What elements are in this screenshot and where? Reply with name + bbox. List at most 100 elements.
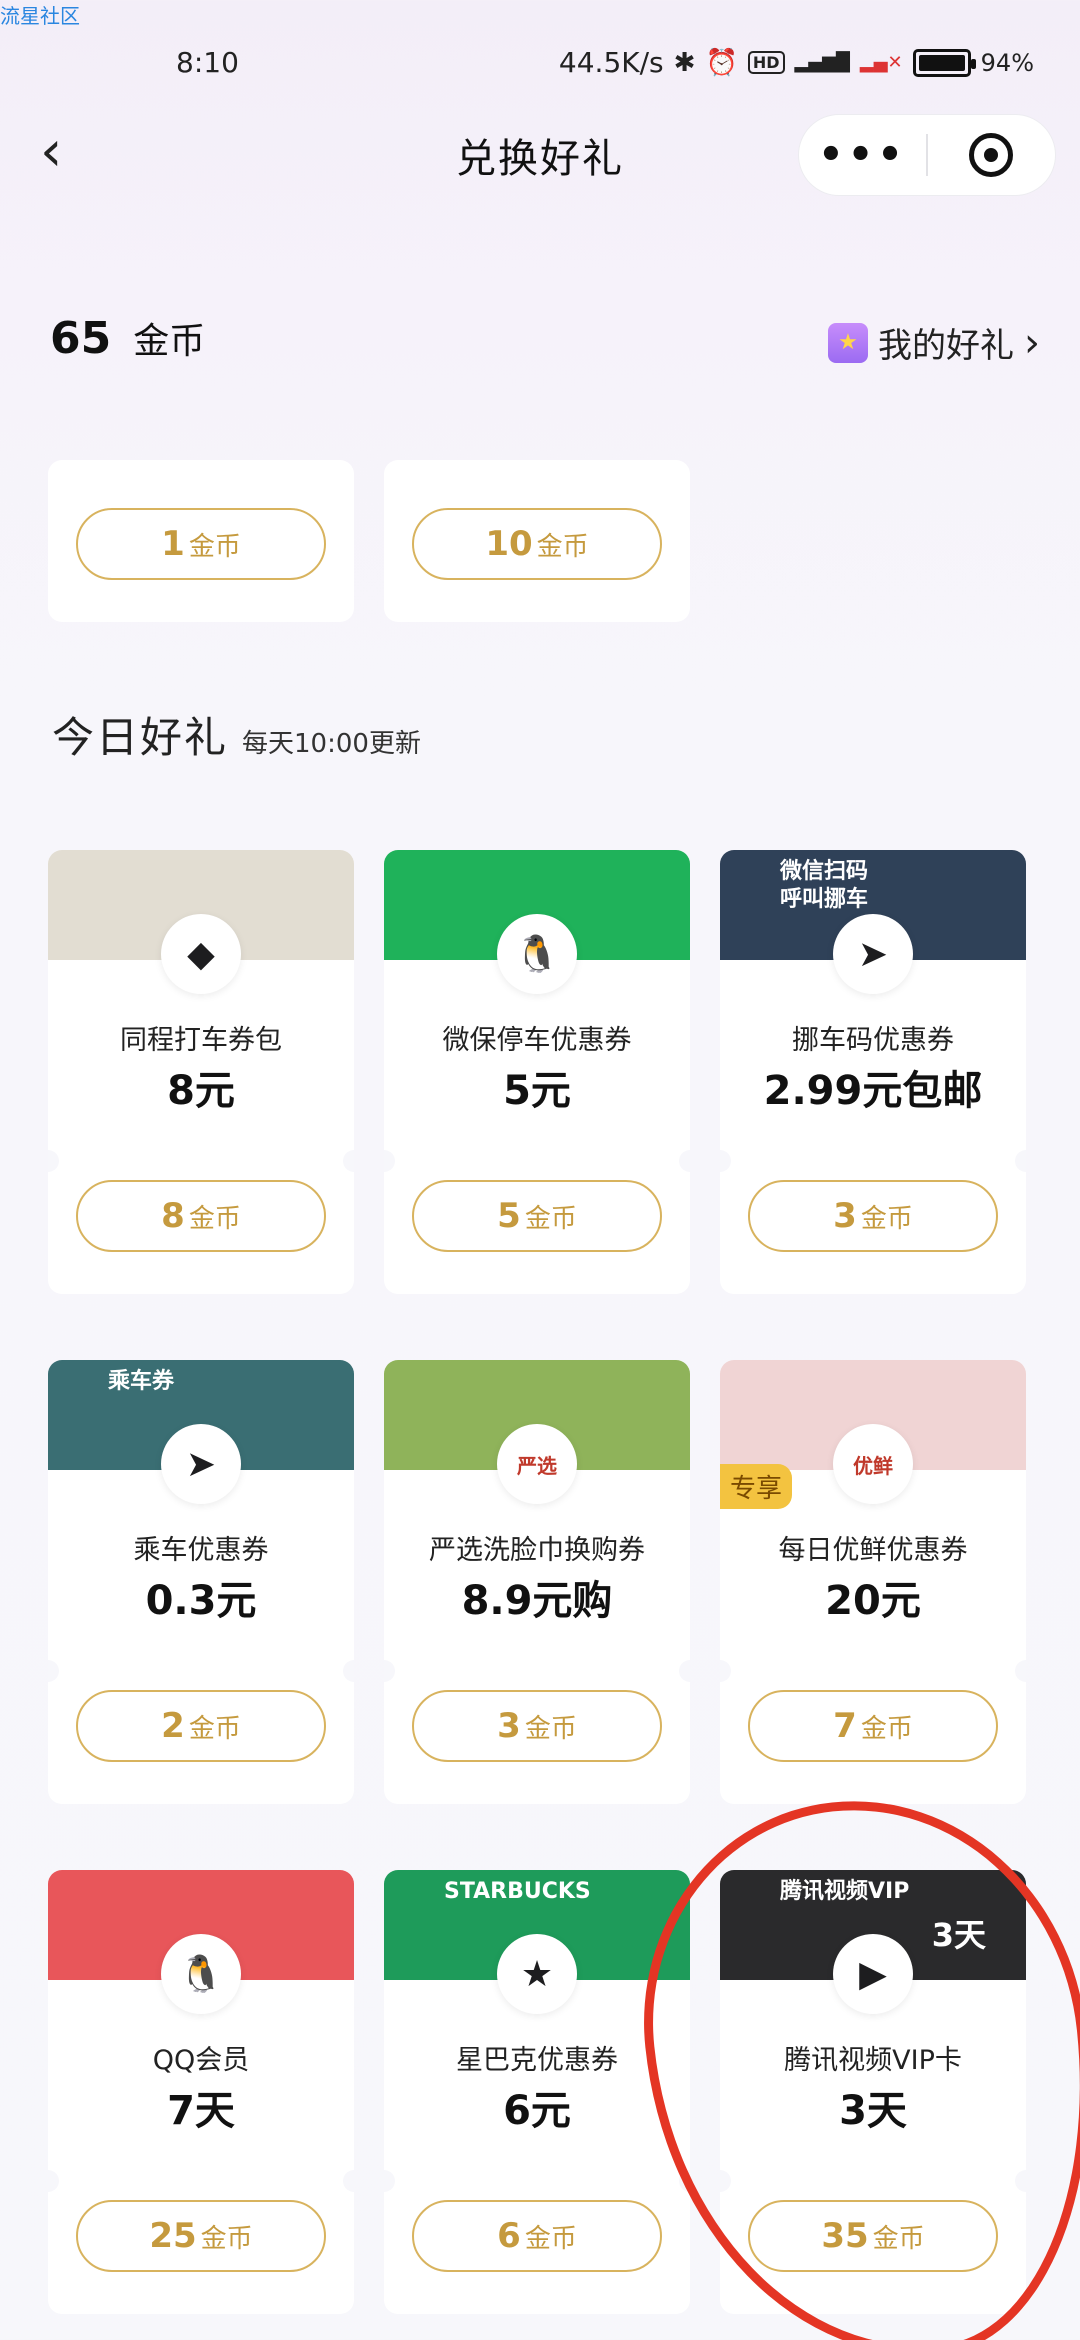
network-speed: 44.5K/s <box>558 46 664 79</box>
gift-name: 同程打车券包 <box>120 1025 282 1056</box>
redeem-button[interactable]: 3 金币 <box>412 1690 662 1762</box>
price-unit: 金币 <box>860 1203 913 1234</box>
gift-card[interactable]: 乘车券 ➤ 乘车优惠券 0.3元 2 金币 <box>48 1360 354 1804</box>
redeem-button[interactable]: 10 金币 <box>412 508 662 580</box>
my-gifts-label: 我的好礼 <box>878 326 1014 366</box>
price-value: 6 <box>497 2216 521 2256</box>
price-unit: 金币 <box>524 1203 577 1234</box>
gift-value: 7天 <box>167 2088 235 2134</box>
redeem-button[interactable]: 25 金币 <box>76 2200 326 2272</box>
exclusive-badge: 专享 <box>720 1464 793 1509</box>
price-unit: 金币 <box>536 531 589 562</box>
tencent-video-icon: ▶ <box>833 1934 913 2014</box>
price-unit: 金币 <box>188 1713 241 1744</box>
redeem-button[interactable]: 1 金币 <box>76 508 326 580</box>
price-unit: 金币 <box>200 2223 253 2254</box>
gift-name: 每日优鲜优惠券 <box>778 1535 968 1566</box>
target-icon <box>969 133 1014 177</box>
gift-value: 0.3元 <box>145 1578 257 1624</box>
yanxuan-logo-icon: 严选 <box>497 1424 577 1504</box>
price-unit: 金币 <box>188 1203 241 1234</box>
gift-value: 8.9元购 <box>461 1578 613 1624</box>
price-unit: 金币 <box>860 1713 913 1744</box>
gift-name: 严选洗脸巾换购券 <box>429 1535 645 1566</box>
redeem-button[interactable]: 3 金币 <box>748 1180 998 1252</box>
price-value: 3 <box>833 1196 857 1236</box>
gift-card[interactable]: STARBUCKS ★ 星巴克优惠券 6元 6 金币 <box>384 1870 690 2314</box>
my-gifts-link[interactable]: ★ 我的好礼 › <box>828 318 1040 367</box>
status-time: 8:10 <box>176 46 239 79</box>
navigation-arrow-icon: ➤ <box>161 1424 241 1504</box>
coin-balance-unit: 金币 <box>133 321 206 362</box>
card-banner-text: 腾讯视频VIP <box>780 1879 910 1904</box>
gift-name: 乘车优惠券 <box>133 1535 269 1566</box>
price-value: 1 <box>161 524 185 564</box>
redeem-button[interactable]: 35 金币 <box>748 2200 998 2272</box>
price-value: 2 <box>161 1706 185 1746</box>
price-value: 10 <box>485 524 533 564</box>
close-button[interactable] <box>928 133 1055 177</box>
price-unit: 金币 <box>524 1713 577 1744</box>
gift-card[interactable]: 🐧 微保停车优惠券 5元 5 金币 <box>384 850 690 1294</box>
hd-icon: HD <box>747 51 785 74</box>
battery-percent: 94% <box>980 48 1034 77</box>
missfresh-logo-icon: 优鲜 <box>833 1424 913 1504</box>
status-icons: 44.5K/s ✱ ⏰ HD ▂▄▆█ ▂▄✕ 94% <box>559 46 1034 79</box>
battery-icon <box>912 48 976 77</box>
card-banner-text: 乘车券 <box>108 1369 175 1394</box>
section-title: 今日好礼 每天10:00更新 <box>52 704 421 765</box>
miniprogram-capsule: ••• <box>798 114 1056 196</box>
redeem-button[interactable]: 2 金币 <box>76 1690 326 1762</box>
gift-card[interactable]: 专享 优鲜 每日优鲜优惠券 20元 7 金币 <box>720 1360 1026 1804</box>
qq-penguin-icon: 🐧 <box>161 1934 241 2014</box>
gift-name: 腾讯视频VIP卡 <box>784 2045 962 2076</box>
starbucks-logo-icon: ★ <box>497 1934 577 2014</box>
gift-name: 挪车码优惠券 <box>792 1025 954 1056</box>
signal-off-icon: ▂▄✕ <box>859 52 903 73</box>
gift-name: 微保停车优惠券 <box>442 1025 632 1056</box>
section-title-text: 今日好礼 <box>52 713 229 762</box>
card-banner-extra: 3天 <box>931 1916 986 1954</box>
gift-card[interactable]: 🐧 QQ会员 7天 25 金币 <box>48 1870 354 2314</box>
chevron-right-icon: › <box>1024 319 1040 366</box>
card-banner-text: 微信扫码 呼叫挪车 <box>780 859 869 912</box>
gift-value: 2.99元包邮 <box>763 1068 983 1114</box>
price-unit: 金币 <box>872 2223 925 2254</box>
signal-5g-icon: ▂▄▆█ <box>794 52 850 73</box>
gift-value: 8元 <box>167 1068 235 1114</box>
tongcheng-logo-icon: ◆ <box>161 914 241 994</box>
price-unit: 金币 <box>524 2223 577 2254</box>
gift-card-partial[interactable]: 10 金币 <box>384 460 690 622</box>
price-unit: 金币 <box>188 531 241 562</box>
price-value: 8 <box>161 1196 185 1236</box>
card-banner-text: STARBUCKS <box>444 1879 591 1904</box>
gift-card[interactable]: 严选严选洗脸巾换购券 8.9元购 3 金币 <box>384 1360 690 1804</box>
more-menu-button[interactable]: ••• <box>799 132 926 178</box>
gift-card[interactable]: 微信扫码 呼叫挪车 ➤ 挪车码优惠券 2.99元包邮 3 金币 <box>720 850 1026 1294</box>
gift-card-partial[interactable]: 1 金币 <box>48 460 354 622</box>
price-value: 7 <box>833 1706 857 1746</box>
weibao-penguin-icon: 🐧 <box>497 914 577 994</box>
watermark: 流星社区 <box>0 4 80 28</box>
gift-calendar-icon: ★ <box>828 322 868 363</box>
navigation-arrow-icon: ➤ <box>833 914 913 994</box>
redeem-button[interactable]: 6 金币 <box>412 2200 662 2272</box>
gift-name: 星巴克优惠券 <box>456 2045 618 2076</box>
gift-card[interactable]: ◆ 同程打车券包 8元 8 金币 <box>48 850 354 1294</box>
gift-name: QQ会员 <box>152 2045 250 2076</box>
price-value: 25 <box>149 2216 197 2256</box>
redeem-button[interactable]: 5 金币 <box>412 1180 662 1252</box>
bluetooth-icon: ✱ <box>673 47 696 78</box>
coin-balance-value: 65 <box>50 313 112 364</box>
coin-balance: 65 金币 <box>50 312 205 364</box>
redeem-button[interactable]: 8 金币 <box>76 1180 326 1252</box>
status-bar: 8:10 44.5K/s ✱ ⏰ HD ▂▄▆█ ▂▄✕ 94% <box>0 40 1080 84</box>
redeem-button[interactable]: 7 金币 <box>748 1690 998 1762</box>
gift-card[interactable]: 腾讯视频VIP 3天 ▶ 腾讯视频VIP卡 3天 35 金币 <box>720 1870 1026 2314</box>
gift-value: 5元 <box>503 1068 571 1114</box>
price-value: 3 <box>497 1706 521 1746</box>
alarm-icon: ⏰ <box>705 47 738 78</box>
price-value: 5 <box>497 1196 521 1236</box>
price-value: 35 <box>821 2216 869 2256</box>
gift-value: 6元 <box>503 2088 571 2134</box>
